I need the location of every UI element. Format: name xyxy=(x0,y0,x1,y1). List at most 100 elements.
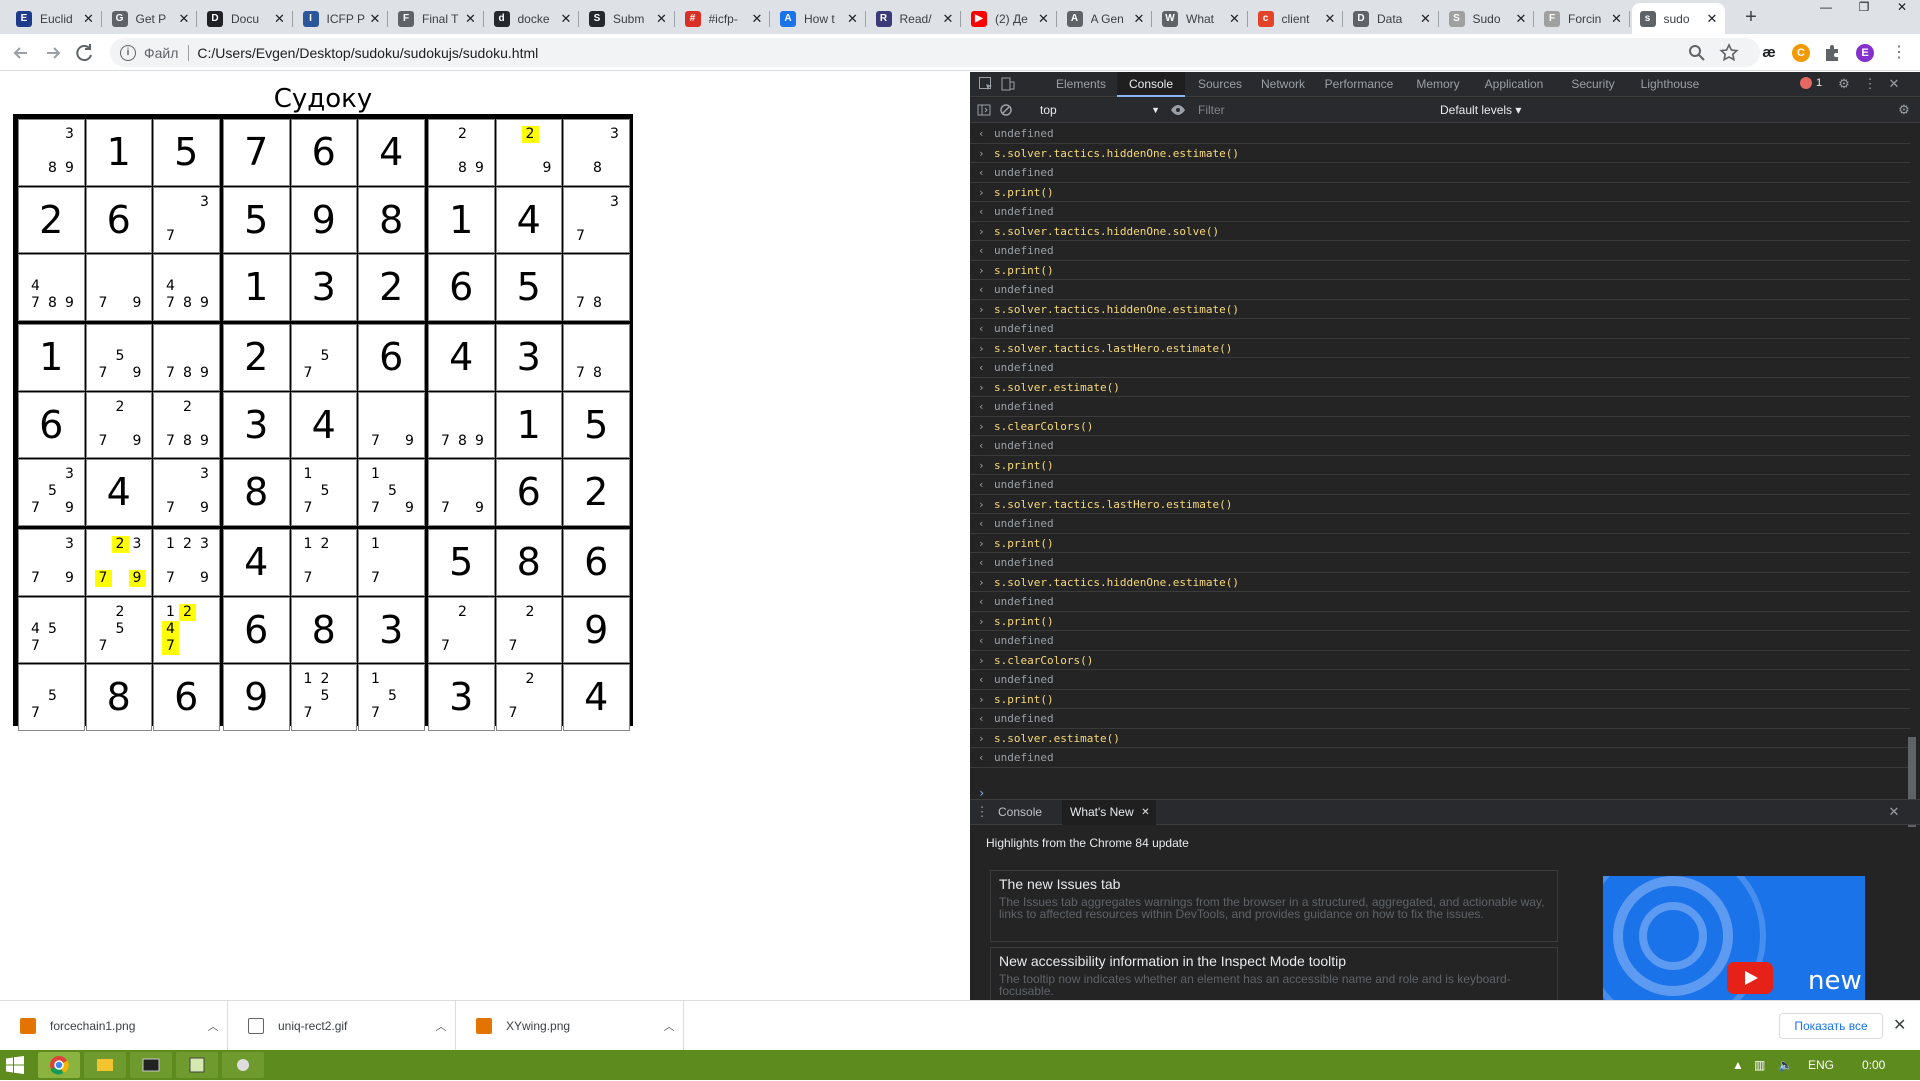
news-item-accessibility[interactable]: New accessibility information in the Ins… xyxy=(990,947,1558,1007)
sudoku-cell-candidates[interactable]: 27 xyxy=(428,596,495,663)
browser-tab[interactable]: W What ✕ xyxy=(1154,3,1248,34)
sudoku-cell-value[interactable]: 6 xyxy=(290,119,357,186)
sudoku-cell-value[interactable]: 8 xyxy=(495,529,562,596)
sudoku-cell-candidates[interactable]: 12 7 xyxy=(290,529,357,596)
browser-tab[interactable]: F Forcin ✕ xyxy=(1536,3,1630,34)
chevron-up-icon[interactable]: ︿ xyxy=(655,1018,683,1034)
chevron-up-icon[interactable]: ︿ xyxy=(427,1018,455,1034)
sudoku-cell-candidates[interactable]: 2 89 xyxy=(428,119,495,186)
devtools-tab-performance[interactable]: Performance xyxy=(1317,72,1401,97)
sudoku-cell-candidates[interactable]: 17 xyxy=(358,529,425,596)
tab-close-icon[interactable]: ✕ xyxy=(1705,11,1719,27)
new-tab-button[interactable]: + xyxy=(1739,6,1763,28)
taskbar-notepad-icon[interactable] xyxy=(176,1052,218,1078)
network-icon[interactable]: ▥ xyxy=(1754,1050,1765,1080)
sudoku-cell-candidates[interactable]: 257 xyxy=(85,596,152,663)
sudoku-cell-candidates[interactable]: 2789 xyxy=(153,391,220,458)
sudoku-cell-candidates[interactable]: 57 9 xyxy=(85,324,152,391)
sudoku-cell-value[interactable]: 3 xyxy=(290,254,357,321)
browser-tab[interactable]: E Euclid ✕ xyxy=(8,3,102,34)
inspect-element-icon[interactable] xyxy=(978,76,994,92)
sudoku-cell-candidates[interactable]: 123 7 9 xyxy=(153,529,220,596)
sudoku-cell-candidates[interactable]: 357 9 xyxy=(18,459,85,526)
extension-orange-icon[interactable]: C xyxy=(1792,44,1810,62)
sudoku-cell-value[interactable]: 1 xyxy=(18,324,85,391)
sudoku-cell-value[interactable]: 4 xyxy=(495,186,562,253)
browser-tab[interactable]: # #icfp- ✕ xyxy=(677,3,770,34)
tab-close-icon[interactable]: ✕ xyxy=(1037,11,1051,27)
windows-start-icon[interactable] xyxy=(6,1056,24,1074)
browser-tab[interactable]: D Data ✕ xyxy=(1345,3,1439,34)
tab-close-icon[interactable]: ✕ xyxy=(464,11,478,27)
sudoku-cell-candidates[interactable]: 1257 xyxy=(290,664,357,731)
sudoku-cell-candidates[interactable]: 79 xyxy=(428,459,495,526)
sudoku-cell-candidates[interactable]: 3 89 xyxy=(18,119,85,186)
sudoku-cell-value[interactable]: 6 xyxy=(85,186,152,253)
sudoku-cell-value[interactable]: 1 xyxy=(495,391,562,458)
sudoku-cell-value[interactable]: 6 xyxy=(18,391,85,458)
drawer-tab-console[interactable]: Console xyxy=(990,800,1050,825)
menu-dots-icon[interactable]: ⋮ xyxy=(1886,40,1912,66)
sudoku-cell-value[interactable]: 2 xyxy=(223,324,290,391)
downloads-close-icon[interactable]: ✕ xyxy=(1893,1015,1906,1035)
news-item-issues-tab[interactable]: The new Issues tab The Issues tab aggreg… xyxy=(990,870,1558,942)
extension-ae-icon[interactable]: æ xyxy=(1760,44,1778,62)
tab-close-icon[interactable]: ✕ xyxy=(177,11,191,27)
sudoku-cell-value[interactable]: 3 xyxy=(223,391,290,458)
sudoku-cell-candidates[interactable]: 57 xyxy=(18,664,85,731)
sudoku-cell-value[interactable]: 7 xyxy=(223,119,290,186)
devtools-tab-application[interactable]: Application xyxy=(1475,72,1553,97)
sudoku-cell-candidates[interactable]: 3 7 9 xyxy=(153,459,220,526)
sudoku-cell-value[interactable]: 8 xyxy=(85,664,152,731)
taskbar-explorer-icon[interactable] xyxy=(84,1052,126,1078)
sudoku-cell-value[interactable]: 4 xyxy=(85,459,152,526)
sudoku-cell-candidates[interactable]: 38 xyxy=(563,119,630,186)
sudoku-cell-value[interactable]: 1 xyxy=(85,119,152,186)
close-tab-icon[interactable]: ✕ xyxy=(1141,800,1149,825)
maximize-button[interactable]: ❐ xyxy=(1846,0,1882,20)
download-item[interactable]: forcechain1.png ︿ xyxy=(0,1001,228,1051)
youtube-play-icon[interactable] xyxy=(1727,962,1773,994)
sudoku-cell-value[interactable]: 2 xyxy=(358,254,425,321)
taskbar-chrome-icon[interactable] xyxy=(38,1052,80,1078)
sudoku-cell-candidates[interactable]: 1579 xyxy=(358,459,425,526)
sudoku-cell-value[interactable]: 3 xyxy=(358,596,425,663)
forward-button[interactable] xyxy=(40,40,66,66)
tab-close-icon[interactable]: ✕ xyxy=(1514,11,1528,27)
sudoku-cell-value[interactable]: 3 xyxy=(428,664,495,731)
devtools-close-icon[interactable]: ✕ xyxy=(1886,76,1902,92)
whats-new-video-thumbnail[interactable]: new xyxy=(1603,876,1865,1000)
devtools-tab-lighthouse[interactable]: Lighthouse xyxy=(1632,72,1708,97)
sudoku-cell-candidates[interactable]: 4789 xyxy=(18,254,85,321)
clock[interactable]: 0:00 xyxy=(1862,1050,1885,1080)
chevron-up-icon[interactable]: ︿ xyxy=(199,1018,227,1034)
sudoku-cell-value[interactable]: 5 xyxy=(428,529,495,596)
log-levels-dropdown[interactable]: Default levels ▾ xyxy=(1440,100,1521,120)
live-expression-eye-icon[interactable] xyxy=(1170,102,1186,118)
device-toolbar-icon[interactable] xyxy=(1000,76,1016,92)
sudoku-cell-value[interactable]: 2 xyxy=(563,459,630,526)
tray-expand-icon[interactable]: ▲ xyxy=(1732,1050,1744,1080)
sudoku-cell-candidates[interactable]: 78 xyxy=(563,254,630,321)
drawer-menu-icon[interactable]: ⋮ xyxy=(974,804,990,820)
sudoku-cell-candidates[interactable]: 23 79 xyxy=(85,529,152,596)
download-item[interactable]: XYwing.png ︿ xyxy=(456,1001,684,1051)
taskbar-cmd-icon[interactable] xyxy=(130,1052,172,1078)
reload-button[interactable] xyxy=(72,40,98,66)
sudoku-cell-candidates[interactable]: 37 xyxy=(563,186,630,253)
sidebar-toggle-icon[interactable] xyxy=(976,102,992,118)
sudoku-cell-value[interactable]: 4 xyxy=(290,391,357,458)
devtools-tab-console[interactable]: Console xyxy=(1117,72,1185,97)
language-indicator[interactable]: ENG xyxy=(1808,1050,1834,1080)
sudoku-cell-value[interactable]: 4 xyxy=(563,664,630,731)
devtools-tab-sources[interactable]: Sources xyxy=(1191,72,1249,97)
devtools-tab-elements[interactable]: Elements xyxy=(1048,72,1114,97)
bookmark-star-icon[interactable] xyxy=(1716,40,1742,66)
sudoku-cell-candidates[interactable]: 3 7 9 xyxy=(18,529,85,596)
sudoku-cell-value[interactable]: 6 xyxy=(358,324,425,391)
show-all-downloads-button[interactable]: Показать все xyxy=(1779,1013,1883,1039)
tab-close-icon[interactable]: ✕ xyxy=(941,11,955,27)
console-filter-input[interactable]: Filter xyxy=(1198,100,1398,120)
sudoku-cell-candidates[interactable]: 4789 xyxy=(153,254,220,321)
sudoku-cell-value[interactable]: 6 xyxy=(563,529,630,596)
